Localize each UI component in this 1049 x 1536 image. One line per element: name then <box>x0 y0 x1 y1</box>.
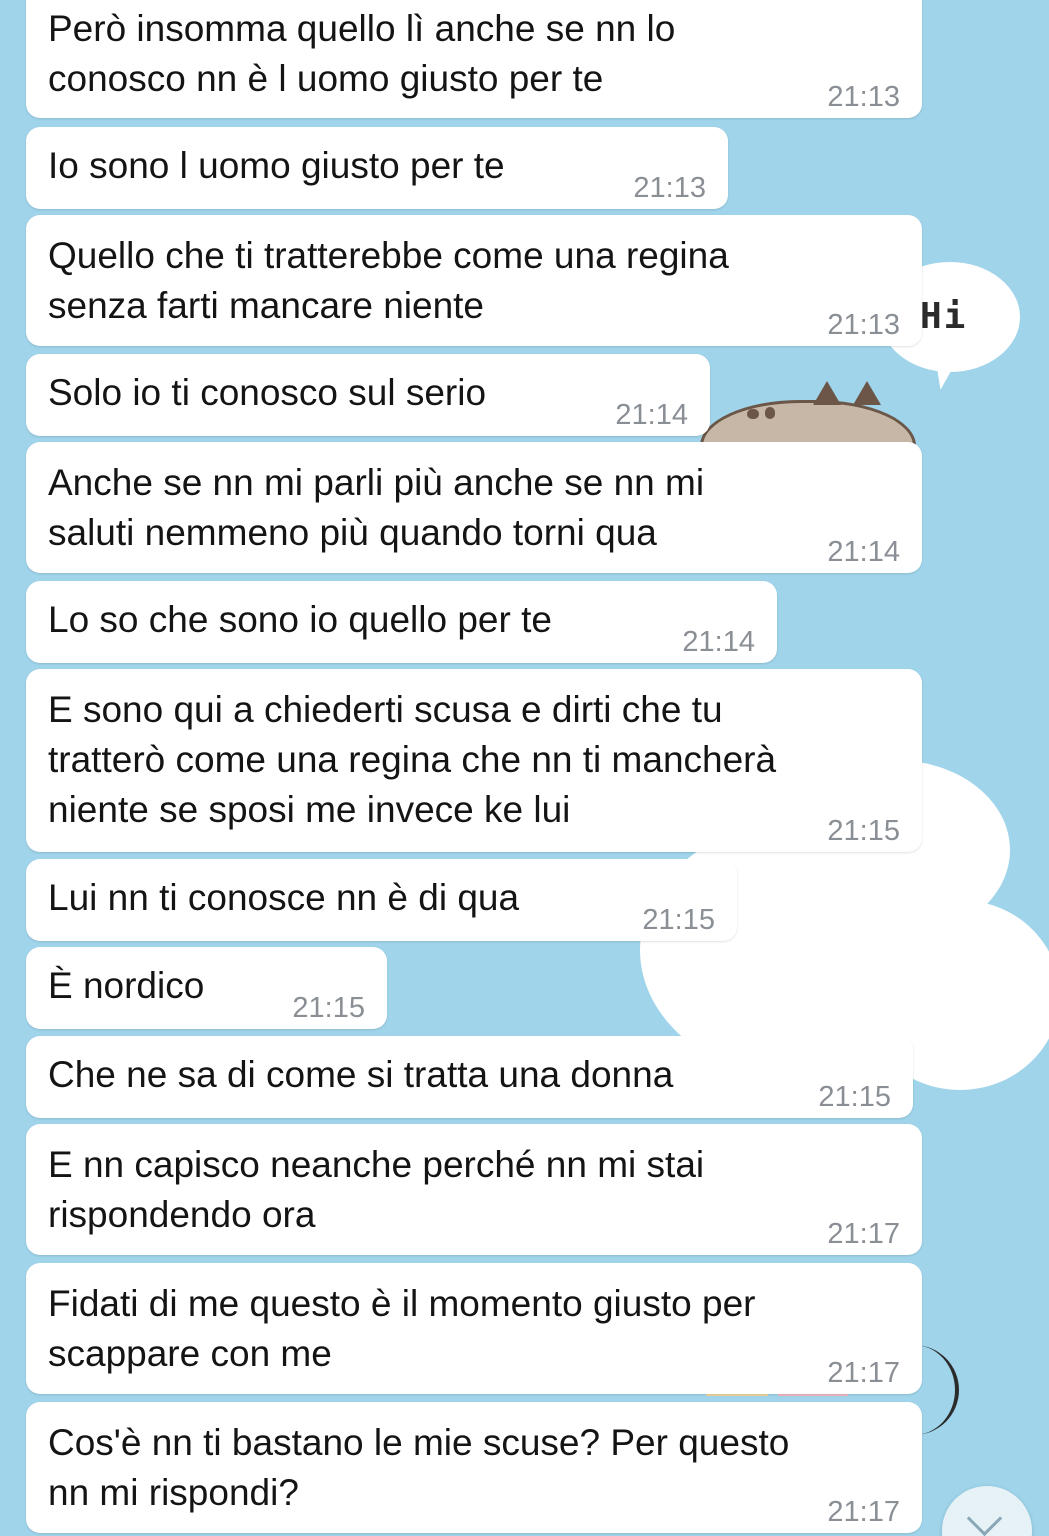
message-timestamp: 21:14 <box>682 626 755 658</box>
message-timestamp: 21:17 <box>827 1218 900 1250</box>
message-text: E sono qui a chiederti scusa e dirti che… <box>48 689 777 830</box>
message-bubble[interactable]: Che ne sa di come si tratta una donna 21… <box>26 1036 913 1118</box>
message-timestamp: 21:13 <box>827 309 900 341</box>
chevron-down-icon <box>966 1500 1003 1536</box>
message-bubble[interactable]: Fidati di me questo è il momento giusto … <box>26 1263 922 1394</box>
message-timestamp: 21:15 <box>818 1081 891 1113</box>
wallpaper-hi-text: Hi <box>920 296 968 337</box>
message-bubble[interactable]: Anche se nn mi parli più anche se nn mi … <box>26 442 922 573</box>
message-bubble[interactable]: Lui nn ti conosce nn è di qua 21:15 <box>26 859 737 941</box>
message-text: È nordico <box>48 965 205 1006</box>
message-timestamp: 21:15 <box>827 815 900 847</box>
message-text: Anche se nn mi parli più anche se nn mi … <box>48 462 705 553</box>
message-text: Solo io ti conosco sul serio <box>48 372 487 413</box>
message-bubble[interactable]: Solo io ti conosco sul serio 21:14 <box>26 354 710 436</box>
chat-area[interactable]: Hi Però insomma quello lì anche se nn lo… <box>0 0 1049 1536</box>
message-bubble[interactable]: Io sono l uomo giusto per te 21:13 <box>26 127 728 209</box>
message-text: E nn capisco neanche perché nn mi stai r… <box>48 1144 705 1235</box>
wallpaper-cat-ear <box>853 381 881 405</box>
message-text: Quello che ti tratterebbe come una regin… <box>48 235 729 326</box>
message-timestamp: 21:15 <box>642 904 715 936</box>
wallpaper-speech-bubble-tail <box>926 347 962 393</box>
message-bubble[interactable]: È nordico 21:15 <box>26 947 387 1029</box>
message-timestamp: 21:17 <box>827 1357 900 1389</box>
message-timestamp: 21:14 <box>827 536 900 568</box>
message-text: Fidati di me questo è il momento giusto … <box>48 1283 756 1374</box>
message-bubble[interactable]: E nn capisco neanche perché nn mi stai r… <box>26 1124 922 1255</box>
scroll-to-bottom-button[interactable] <box>942 1486 1032 1536</box>
message-timestamp: 21:13 <box>827 81 900 113</box>
wallpaper-cat-stripe <box>765 407 775 419</box>
message-text: Lo so che sono io quello per te <box>48 599 552 640</box>
message-text: Io sono l uomo giusto per te <box>48 145 505 186</box>
message-bubble[interactable]: E sono qui a chiederti scusa e dirti che… <box>26 669 922 852</box>
wallpaper-cat-stripe <box>747 409 759 419</box>
message-timestamp: 21:15 <box>292 992 365 1024</box>
message-text: Che ne sa di come si tratta una donna <box>48 1054 674 1095</box>
wallpaper-cat-ear <box>813 381 841 405</box>
message-bubble[interactable]: Lo so che sono io quello per te 21:14 <box>26 581 777 663</box>
message-bubble[interactable]: Quello che ti tratterebbe come una regin… <box>26 215 922 346</box>
message-timestamp: 21:13 <box>633 172 706 204</box>
message-text: Cos'è nn ti bastano le mie scuse? Per qu… <box>48 1422 790 1513</box>
message-text: Però insomma quello lì anche se nn lo co… <box>48 8 676 99</box>
message-timestamp: 21:14 <box>615 399 688 431</box>
message-timestamp: 21:17 <box>827 1496 900 1528</box>
message-text: Lui nn ti conosce nn è di qua <box>48 877 520 918</box>
message-bubble[interactable]: Però insomma quello lì anche se nn lo co… <box>26 0 922 118</box>
message-bubble[interactable]: Cos'è nn ti bastano le mie scuse? Per qu… <box>26 1402 922 1533</box>
